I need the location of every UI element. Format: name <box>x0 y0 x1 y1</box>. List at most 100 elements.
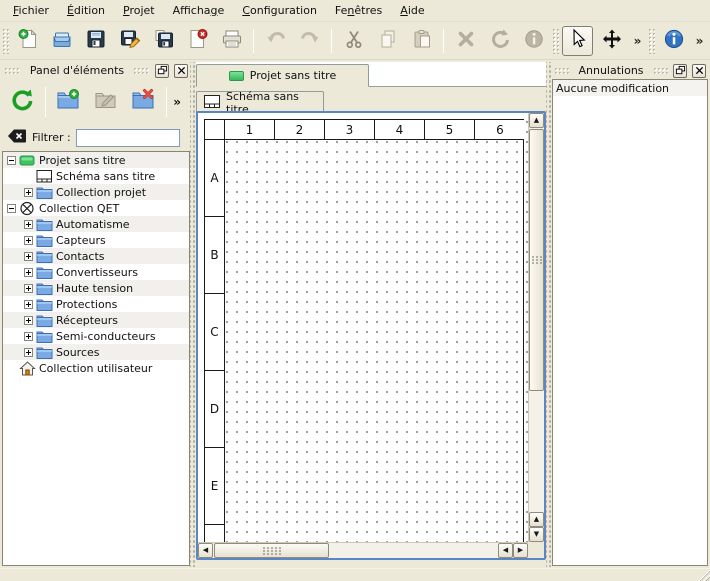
about-info-button[interactable] <box>658 26 689 56</box>
toolbar-handle[interactable] <box>2 28 9 54</box>
toolbar-handle[interactable] <box>648 28 655 54</box>
resize-grip[interactable] <box>697 568 710 581</box>
tree-expander[interactable] <box>24 284 33 293</box>
filter-input[interactable] <box>76 129 180 147</box>
redo-button[interactable] <box>294 26 325 56</box>
tree-item[interactable]: Collection utilisateur <box>3 360 189 376</box>
scroll-right-button[interactable]: ▶ <box>513 543 528 558</box>
paste-button[interactable] <box>406 26 437 56</box>
cut-button[interactable] <box>338 26 369 56</box>
delete-button[interactable] <box>450 26 481 56</box>
toolbar-handle[interactable] <box>552 28 559 54</box>
tree-item-label: Collection QET <box>39 202 119 215</box>
scroll-down-button[interactable]: ▼ <box>529 527 544 542</box>
tree-item[interactable]: Schéma sans titre <box>3 168 189 184</box>
edit-category-button[interactable] <box>89 85 123 119</box>
rotate-button[interactable] <box>484 26 515 56</box>
tree-item[interactable]: Protections <box>3 296 189 312</box>
scroll-up-button-2[interactable]: ▲ <box>529 512 544 527</box>
tree-item-label: Sources <box>56 346 100 359</box>
horizontal-scroll-track[interactable] <box>330 543 498 558</box>
scroll-left-button[interactable]: ◀ <box>198 543 213 558</box>
copy-button[interactable] <box>372 26 403 56</box>
vertical-scrollbar[interactable]: ▲ ▲ ▼ <box>528 113 544 542</box>
horizontal-scroll-thumb[interactable] <box>214 543 329 558</box>
menu-item[interactable]: Affichage <box>164 0 234 21</box>
tree-item[interactable]: Convertisseurs <box>3 264 189 280</box>
tree-item[interactable]: Projet sans titre <box>3 152 189 168</box>
tree-expander[interactable] <box>24 332 33 341</box>
tree-expander[interactable] <box>24 300 33 309</box>
tree-item[interactable]: Collection QET <box>3 200 189 216</box>
new-project-button[interactable] <box>12 26 43 56</box>
new-document-icon <box>17 28 39 53</box>
scroll-up-button[interactable]: ▲ <box>529 113 544 128</box>
move-tool-button[interactable] <box>596 26 627 56</box>
menu-item[interactable]: Édition <box>58 0 114 21</box>
close-panel-button[interactable] <box>692 64 706 78</box>
menu-item[interactable]: Projet <box>114 0 164 21</box>
reload-collections-button[interactable] <box>5 85 39 119</box>
menu-bar: FichierÉditionProjetAffichageConfigurati… <box>0 0 710 22</box>
dock-grip-texture <box>4 67 21 74</box>
tree-expander[interactable] <box>24 188 33 197</box>
elements-panel-title: Panel d'éléments <box>26 64 128 77</box>
tree-item[interactable]: Semi-conducteurs <box>3 328 189 344</box>
menu-item[interactable]: Configuration <box>233 0 326 21</box>
scroll-left-button-2[interactable]: ◀ <box>498 543 513 558</box>
project-icon <box>229 71 244 81</box>
tree-expander[interactable] <box>24 268 33 277</box>
save-all-button[interactable] <box>148 26 179 56</box>
tree-expander[interactable] <box>7 156 16 165</box>
tree-item[interactable]: Haute tension <box>3 280 189 296</box>
main-toolbar: » » <box>0 22 710 60</box>
elements-panel-titlebar[interactable]: Panel d'éléments <box>2 62 190 79</box>
folder-edit-icon <box>93 87 119 116</box>
tree-item[interactable]: Sources <box>3 344 189 360</box>
tree-expander[interactable] <box>24 220 33 229</box>
filter-label: Filtrer : <box>32 131 71 144</box>
menu-item[interactable]: Fenêtres <box>326 0 391 21</box>
tree-item[interactable]: Contacts <box>3 248 189 264</box>
project-tab[interactable]: Projet sans titre <box>196 64 369 87</box>
horizontal-scrollbar[interactable]: ◀ ◀ ▶ <box>198 542 528 558</box>
tree-expander[interactable] <box>24 252 33 261</box>
toolbar-overflow-button[interactable]: » <box>692 26 707 56</box>
menu-item[interactable]: Aide <box>391 0 433 21</box>
schema-tab-bar: Schéma sans titre <box>196 87 546 113</box>
schema-tab[interactable]: Schéma sans titre <box>196 91 324 113</box>
menu-item[interactable]: Fichier <box>4 0 58 21</box>
tree-item[interactable]: Collection projet <box>3 184 189 200</box>
new-category-button[interactable] <box>52 85 86 119</box>
tree-expander[interactable] <box>7 204 16 213</box>
delete-category-button[interactable] <box>127 85 161 119</box>
tree-item[interactable]: Automatisme <box>3 216 189 232</box>
frame-row: B <box>205 217 523 294</box>
clear-filter-icon[interactable] <box>7 128 27 147</box>
close-panel-button[interactable] <box>174 64 188 78</box>
tree-expander[interactable] <box>24 348 33 357</box>
close-file-button[interactable] <box>182 26 213 56</box>
float-panel-button[interactable] <box>155 64 169 78</box>
vertical-scroll-thumb[interactable] <box>529 129 544 391</box>
tree-item[interactable]: Récepteurs <box>3 312 189 328</box>
print-button[interactable] <box>216 26 247 56</box>
undo-history-list[interactable]: Aucune modification <box>552 79 708 566</box>
save-button[interactable] <box>80 26 111 56</box>
open-button[interactable] <box>46 26 77 56</box>
save-as-button[interactable] <box>114 26 145 56</box>
elements-tree[interactable]: Projet sans titre Schéma sans titre <box>2 151 190 566</box>
tree-item[interactable]: Capteurs <box>3 232 189 248</box>
vertical-scroll-track[interactable] <box>529 392 544 512</box>
folder-plus-icon <box>55 87 81 116</box>
info-button-disabled[interactable] <box>518 26 549 56</box>
undo-panel-titlebar[interactable]: Annulations <box>552 62 708 79</box>
undo-button[interactable] <box>260 26 291 56</box>
float-panel-button[interactable] <box>673 64 687 78</box>
panel-toolbar-overflow-button[interactable]: » <box>173 95 181 109</box>
tree-expander[interactable] <box>24 236 33 245</box>
select-tool-button[interactable] <box>562 26 593 56</box>
tree-expander[interactable] <box>24 316 33 325</box>
schema-canvas[interactable]: 123456 A B C <box>198 113 528 542</box>
toolbar-overflow-button[interactable]: » <box>630 26 645 56</box>
